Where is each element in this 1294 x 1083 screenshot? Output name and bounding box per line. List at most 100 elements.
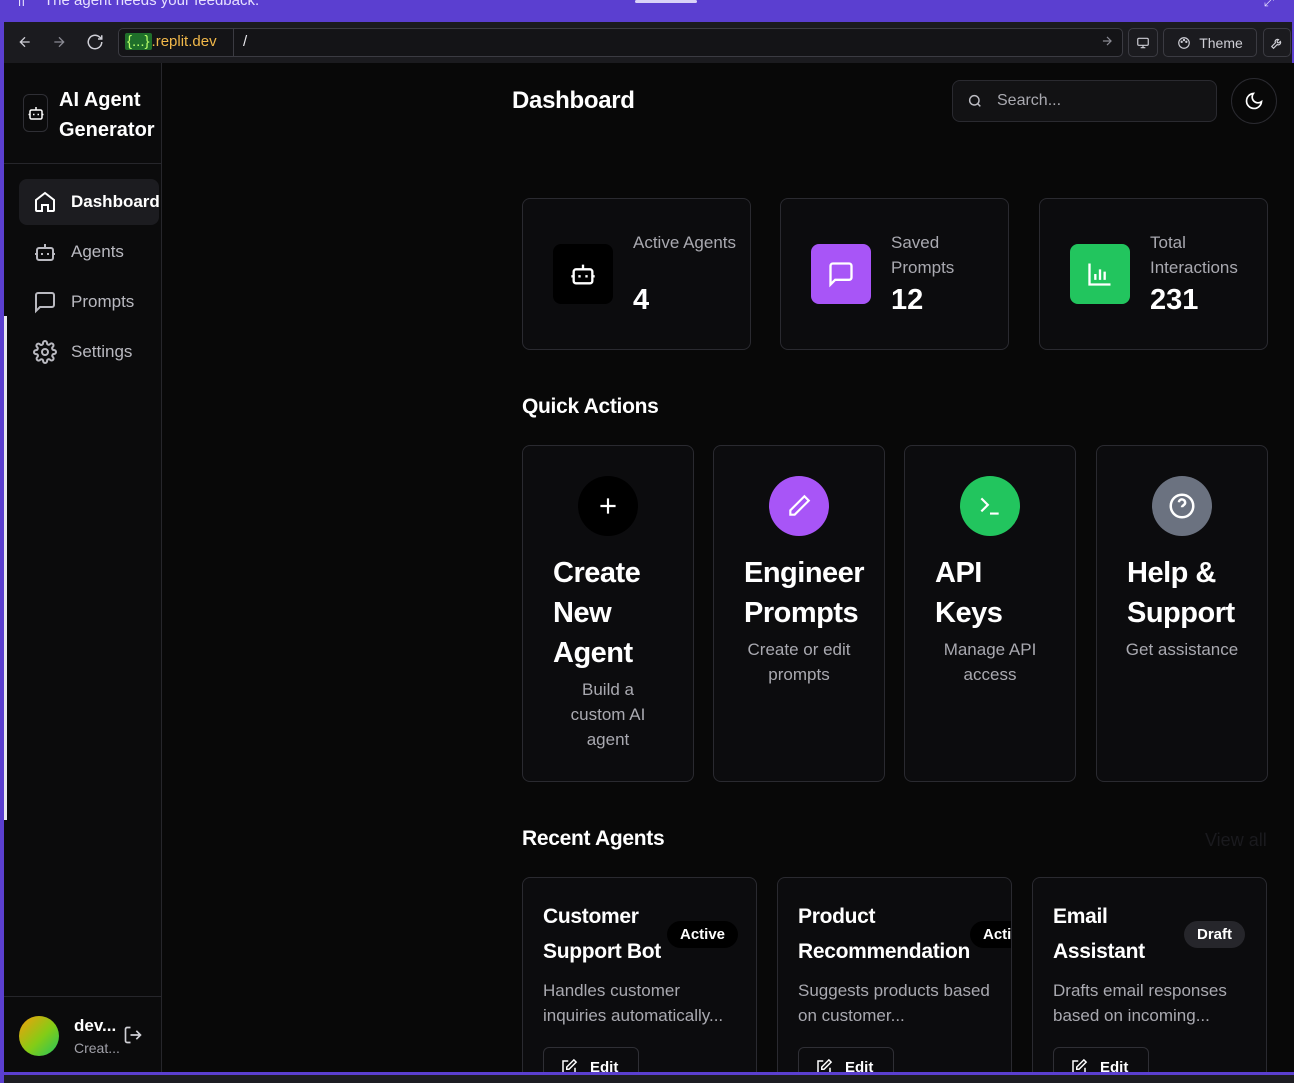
edit-label: Edit — [590, 1058, 619, 1073]
window-bottom-edge — [0, 1072, 1294, 1083]
status-badge: Active — [667, 921, 739, 948]
monitor-icon — [1137, 37, 1149, 48]
feedback-banner: ⇈ The agent needs your feedback. ⤢ — [0, 0, 1294, 22]
back-button[interactable] — [14, 31, 36, 53]
quick-action-api-keys[interactable]: API Keys Manage API access — [904, 445, 1076, 782]
gear-icon — [33, 340, 57, 364]
url-separator — [233, 29, 234, 56]
message-square-icon — [811, 244, 871, 304]
terminal-icon — [960, 476, 1020, 536]
quick-action-desc: Get assistance — [1125, 640, 1239, 659]
logout-button[interactable] — [123, 1025, 143, 1050]
edit-icon — [1072, 1058, 1088, 1072]
go-icon[interactable] — [1100, 34, 1114, 53]
search-input[interactable] — [997, 81, 1207, 121]
url-domain: {...} .replit.dev — [125, 33, 217, 50]
status-badge: Draft — [1184, 921, 1246, 948]
quick-action-title: Engineer Prompts — [744, 557, 865, 629]
arrow-left-icon — [19, 36, 30, 48]
message-square-icon — [35, 292, 55, 314]
quick-action-help-support[interactable]: Help & Support Get assistance — [1096, 445, 1268, 782]
sidebar-item-settings[interactable]: Settings — [19, 329, 159, 375]
stat-card-saved-prompts: Saved Prompts 12 — [780, 198, 1009, 350]
user-name: dev... — [74, 1016, 117, 1035]
quick-action-title: API Keys — [935, 557, 1003, 629]
help-circle-icon — [1152, 476, 1212, 536]
stat-value: 12 — [891, 284, 924, 316]
home-icon — [35, 191, 55, 212]
browser-toolbar: {...} .replit.dev / Theme — [0, 22, 1294, 63]
pencil-icon — [769, 476, 829, 536]
sidebar-item-agents[interactable]: Agents — [19, 229, 159, 275]
scroll-indicator[interactable] — [4, 316, 7, 820]
quick-action-title: Create New Agent — [553, 557, 641, 669]
quick-action-desc: Create or edit prompts — [747, 640, 851, 684]
theme-label: Theme — [1199, 34, 1243, 51]
url-bar[interactable]: {...} .replit.dev / — [118, 28, 1123, 57]
pin-icon: ⇈ — [16, 0, 27, 9]
agent-card[interactable]: Product Recommendation Active Suggests p… — [777, 877, 1012, 1072]
stat-value: 231 — [1150, 284, 1199, 316]
sidebar-item-label: Prompts — [71, 292, 135, 311]
agent-desc: Handles customer inquiries automatically… — [543, 981, 724, 1025]
stat-label: Saved Prompts — [891, 233, 955, 277]
agent-desc: Suggests products based on customer... — [798, 981, 990, 1025]
wrench-icon — [1270, 38, 1282, 49]
app-window: AI Agent Generator Dashboard Agents Prom… — [4, 63, 1294, 1072]
log-out-icon — [124, 1026, 142, 1044]
palette-icon — [1178, 36, 1191, 49]
view-all-link[interactable]: View all — [1205, 830, 1267, 851]
agent-name: Customer Support Bot — [543, 905, 662, 963]
agent-desc: Drafts email responses based on incoming… — [1053, 981, 1227, 1025]
bar-chart-icon — [1070, 244, 1130, 304]
reload-button[interactable] — [84, 31, 106, 53]
quick-actions-title: Quick Actions — [522, 395, 659, 418]
brand-title: AI Agent Generator — [59, 89, 155, 141]
sidebar-item-label: Agents — [71, 242, 124, 261]
stat-label: Total Interactions — [1150, 233, 1238, 277]
edit-button[interactable]: Edit — [1053, 1047, 1149, 1072]
page-title: Dashboard — [512, 87, 635, 114]
edit-button[interactable]: Edit — [798, 1047, 894, 1072]
stat-value: 4 — [633, 284, 650, 316]
bot-icon — [553, 244, 613, 304]
edit-button[interactable]: Edit — [543, 1047, 639, 1072]
search-box[interactable] — [952, 80, 1217, 122]
agent-card[interactable]: Customer Support Bot Active Handles cust… — [522, 877, 757, 1072]
sidebar: AI Agent Generator Dashboard Agents Prom… — [4, 63, 162, 1072]
user-panel: dev... Creat... — [4, 996, 162, 1072]
quick-action-create-agent[interactable]: Create New Agent Build a custom AI agent — [522, 445, 694, 782]
devices-button[interactable] — [1128, 28, 1158, 57]
sidebar-item-prompts[interactable]: Prompts — [19, 279, 159, 325]
bot-icon — [23, 94, 48, 132]
edit-label: Edit — [845, 1058, 874, 1073]
quick-action-engineer-prompts[interactable]: Engineer Prompts Create or edit prompts — [713, 445, 885, 782]
status-badge: Active — [970, 921, 1011, 948]
tools-button[interactable] — [1263, 28, 1291, 57]
theme-button[interactable]: Theme — [1163, 28, 1257, 57]
bot-icon — [35, 244, 55, 261]
forward-button[interactable] — [48, 31, 70, 53]
theme-toggle-button[interactable] — [1231, 78, 1277, 124]
quick-action-desc: Build a custom AI agent — [570, 680, 646, 749]
agent-name: Product Recommendation — [798, 905, 970, 963]
stat-card-total-interactions: Total Interactions 231 — [1039, 198, 1268, 350]
drag-handle[interactable] — [635, 0, 697, 3]
stat-label: Active Agents — [633, 233, 737, 252]
edit-icon — [817, 1058, 833, 1072]
expand-icon[interactable]: ⤢ — [1264, 0, 1274, 10]
search-icon — [967, 93, 983, 114]
arrow-right-icon — [54, 36, 65, 48]
sidebar-item-label: Settings — [71, 342, 133, 361]
avatar[interactable] — [19, 1016, 59, 1056]
sidebar-item-label: Dashboard — [71, 192, 160, 211]
plus-icon — [578, 476, 638, 536]
user-subtitle: Creat... — [74, 1040, 120, 1056]
reload-icon — [87, 34, 103, 50]
moon-icon — [1245, 92, 1263, 110]
banner-text: The agent needs your feedback. — [44, 0, 260, 9]
sidebar-item-dashboard[interactable]: Dashboard — [19, 179, 160, 225]
agent-card[interactable]: Email Assistant Draft Drafts email respo… — [1032, 877, 1267, 1072]
agent-name: Email Assistant — [1053, 905, 1145, 963]
quick-action-desc: Manage API access — [943, 640, 1037, 684]
